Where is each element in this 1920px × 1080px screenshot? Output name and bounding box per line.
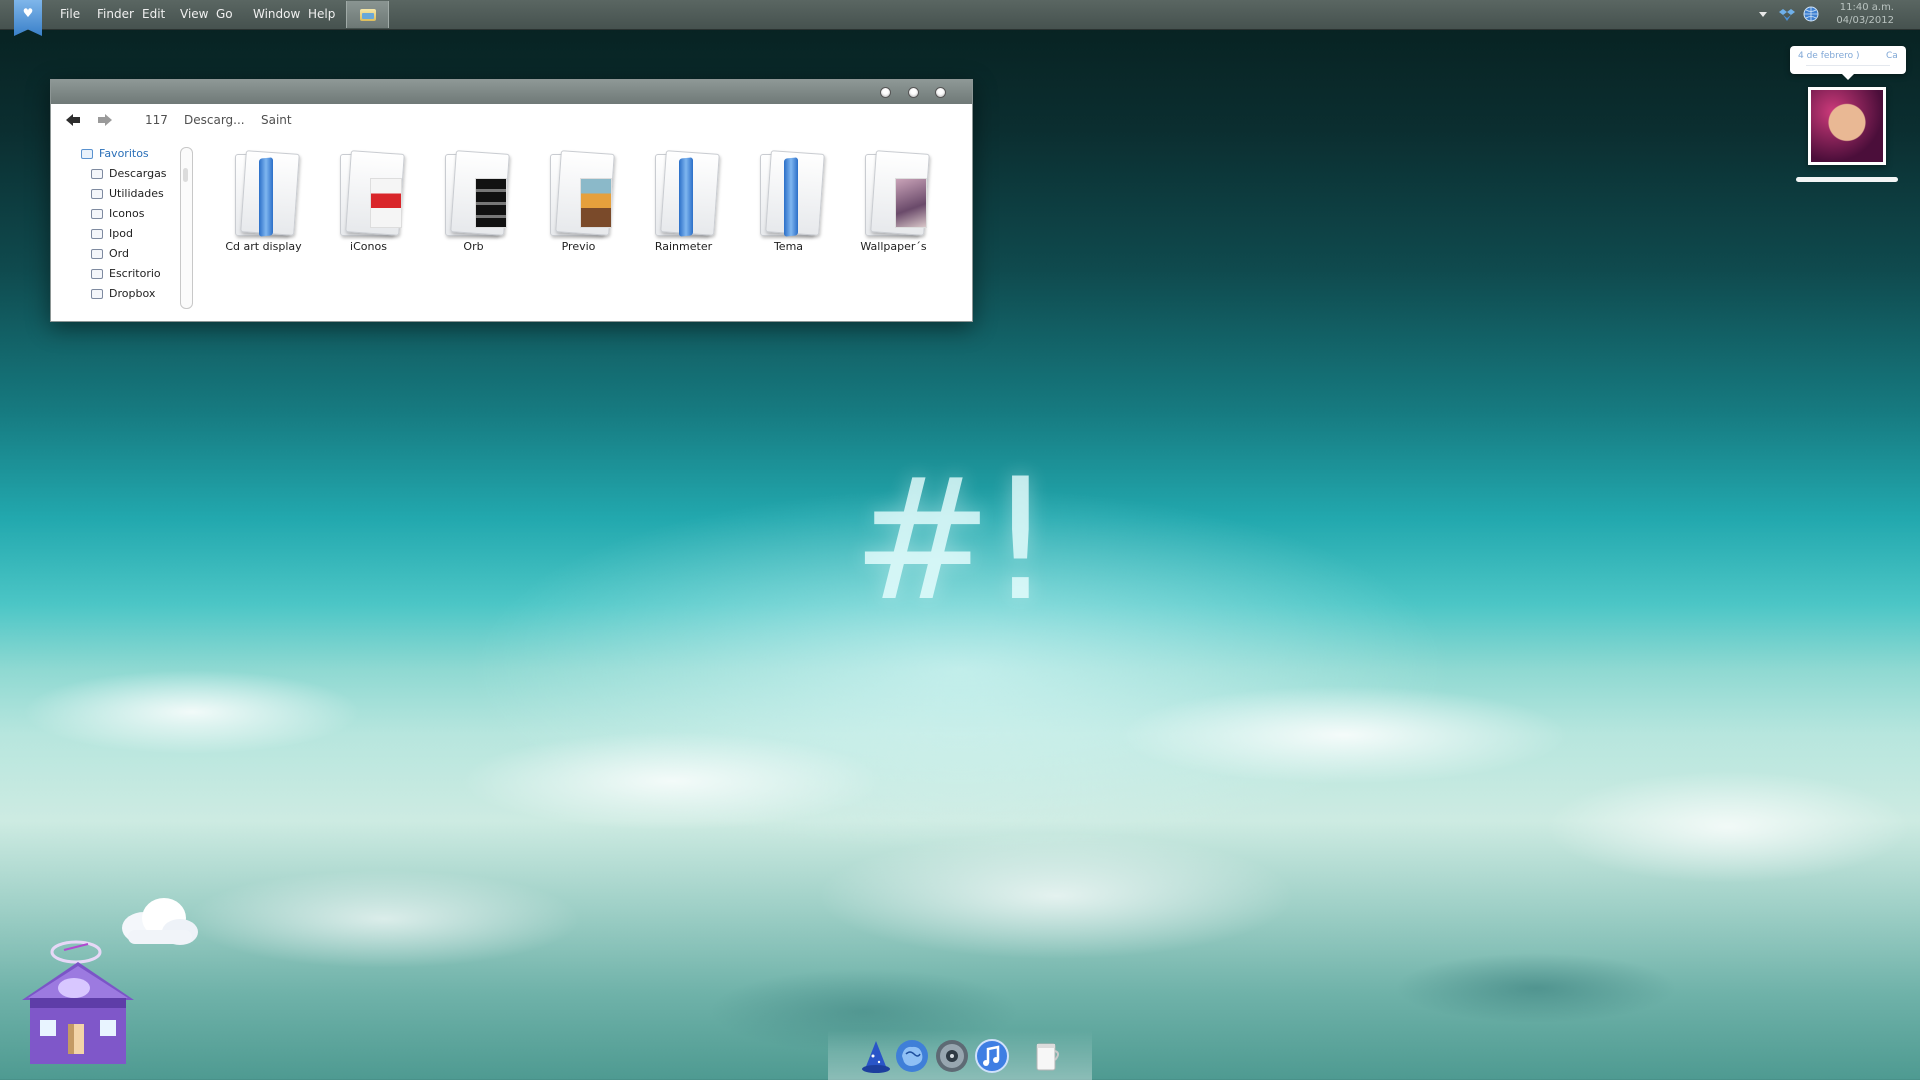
home-house-icon[interactable] xyxy=(18,940,138,1070)
close-button[interactable] xyxy=(935,87,946,98)
sidebar-item-utilidades[interactable]: Utilidades xyxy=(91,187,164,200)
file-label: Tema xyxy=(773,240,804,253)
menu-window[interactable]: Window xyxy=(253,7,300,21)
menu-view[interactable]: View xyxy=(180,7,208,21)
file-item-wallpapers[interactable]: Wallpaper´s xyxy=(841,150,946,253)
desktop-folder-icon xyxy=(91,268,103,279)
dropbox-folder-icon xyxy=(91,288,103,299)
music-progress-bar[interactable] xyxy=(1796,177,1898,182)
sidebar-item-label: Iconos xyxy=(109,207,145,220)
sidebar-item-ipod[interactable]: Ipod xyxy=(91,227,133,240)
coffee-cup-icon[interactable] xyxy=(1028,1038,1064,1074)
dock xyxy=(828,1030,1092,1080)
brain-app-icon[interactable] xyxy=(894,1038,930,1074)
calendar-widget[interactable]: 4 de febrero ) Ca xyxy=(1790,46,1906,80)
calendar-date-text: 4 de febrero ) xyxy=(1798,51,1860,61)
folder-wallpaper-icon xyxy=(859,150,930,238)
finder-taskbar-button[interactable] xyxy=(346,1,389,28)
file-label: Previo xyxy=(561,240,596,253)
folder-blue-icon xyxy=(649,150,720,238)
sidebar-item-label: Utilidades xyxy=(109,187,164,200)
clock-date: 04/03/2012 xyxy=(1836,15,1894,26)
menu-file[interactable]: File xyxy=(60,7,80,21)
file-item-cd-art-display[interactable]: Cd art display xyxy=(211,150,316,253)
folder-icon xyxy=(359,8,376,21)
menu-finder[interactable]: Finder xyxy=(97,7,134,21)
sidebar-item-label: Escritorio xyxy=(109,267,161,280)
album-art-widget[interactable] xyxy=(1808,87,1886,165)
file-label: Cd art display xyxy=(225,240,302,253)
downloads-folder-icon xyxy=(91,168,103,179)
disk-utility-icon[interactable] xyxy=(934,1038,970,1074)
wallpaper-hashbang-glyph: #! xyxy=(851,442,1054,638)
file-item-rainmeter[interactable]: Rainmeter xyxy=(631,150,736,253)
maximize-button[interactable] xyxy=(908,87,919,98)
file-item-iconos[interactable]: iConos xyxy=(316,150,421,253)
folder-previo-icon xyxy=(544,150,615,238)
sidebar-item-label: Dropbox xyxy=(109,287,156,300)
clock[interactable]: 11:40 a.m. 04/03/2012 xyxy=(1836,1,1894,27)
folder-icon xyxy=(91,248,103,259)
file-label: Rainmeter xyxy=(654,240,713,253)
apple-menu-icon[interactable]: ♥ xyxy=(14,0,42,36)
music-folder-icon xyxy=(91,228,103,239)
sidebar-scrollbar[interactable] xyxy=(180,147,193,309)
breadcrumb-descargas[interactable]: Descarg... xyxy=(184,113,245,127)
scrollbar-thumb[interactable] xyxy=(183,168,188,182)
menu-help[interactable]: Help xyxy=(308,7,335,21)
minimize-button[interactable] xyxy=(880,87,891,98)
finder-window: 117 Descarg... Saint Favoritos Descargas… xyxy=(50,79,973,322)
file-label: Orb xyxy=(463,240,484,253)
sidebar-heading-favoritos[interactable]: Favoritos xyxy=(81,147,149,160)
sidebar-item-escritorio[interactable]: Escritorio xyxy=(91,267,161,280)
menu-bar: ♥ File Finder Edit View Go Window Help 1… xyxy=(0,0,1920,36)
utilities-folder-icon xyxy=(91,188,103,199)
breadcrumb-saint[interactable]: Saint xyxy=(261,113,292,127)
sidebar-heading-label: Favoritos xyxy=(99,147,149,160)
wallpaper-clouds xyxy=(0,620,1920,1080)
sidebar-item-label: Ipod xyxy=(109,227,133,240)
dropbox-icon[interactable] xyxy=(1779,6,1795,22)
favorites-folder-icon xyxy=(81,148,93,159)
folder-blue-icon xyxy=(754,150,825,238)
forward-arrow-icon[interactable] xyxy=(97,113,113,127)
folder-orb-icon xyxy=(439,150,510,238)
file-label: iConos xyxy=(350,240,387,253)
itunes-icon[interactable] xyxy=(974,1038,1010,1074)
window-titlebar[interactable] xyxy=(51,80,972,104)
sidebar-item-label: Descargas xyxy=(109,167,167,180)
calendar-more-text: Ca xyxy=(1886,51,1898,61)
sidebar-item-descargas[interactable]: Descargas xyxy=(91,167,167,180)
sidebar-item-dropbox[interactable]: Dropbox xyxy=(91,287,155,300)
breadcrumb-117[interactable]: 117 xyxy=(145,113,168,127)
wizard-hat-icon[interactable] xyxy=(858,1038,894,1074)
file-item-orb[interactable]: Orb xyxy=(421,150,526,253)
window-toolbar: 117 Descarg... Saint xyxy=(51,104,972,136)
menu-edit[interactable]: Edit xyxy=(142,7,165,21)
network-globe-icon[interactable] xyxy=(1803,6,1819,22)
sidebar-item-iconos[interactable]: Iconos xyxy=(91,207,144,220)
chevron-down-icon[interactable] xyxy=(1755,6,1771,22)
album-art-image xyxy=(1811,90,1883,162)
back-arrow-icon[interactable] xyxy=(65,113,81,127)
menu-go[interactable]: Go xyxy=(216,7,233,21)
sidebar-item-ord[interactable]: Ord xyxy=(91,247,129,260)
file-label: Wallpaper´s xyxy=(860,240,927,253)
file-item-previo[interactable]: Previo xyxy=(526,150,631,253)
folder-blue-icon xyxy=(229,150,300,238)
icons-folder-icon xyxy=(91,208,103,219)
file-item-tema[interactable]: Tema xyxy=(736,150,841,253)
sidebar-item-label: Ord xyxy=(109,247,129,260)
clock-time: 11:40 a.m. xyxy=(1839,2,1894,13)
folder-icons-icon xyxy=(334,150,405,238)
